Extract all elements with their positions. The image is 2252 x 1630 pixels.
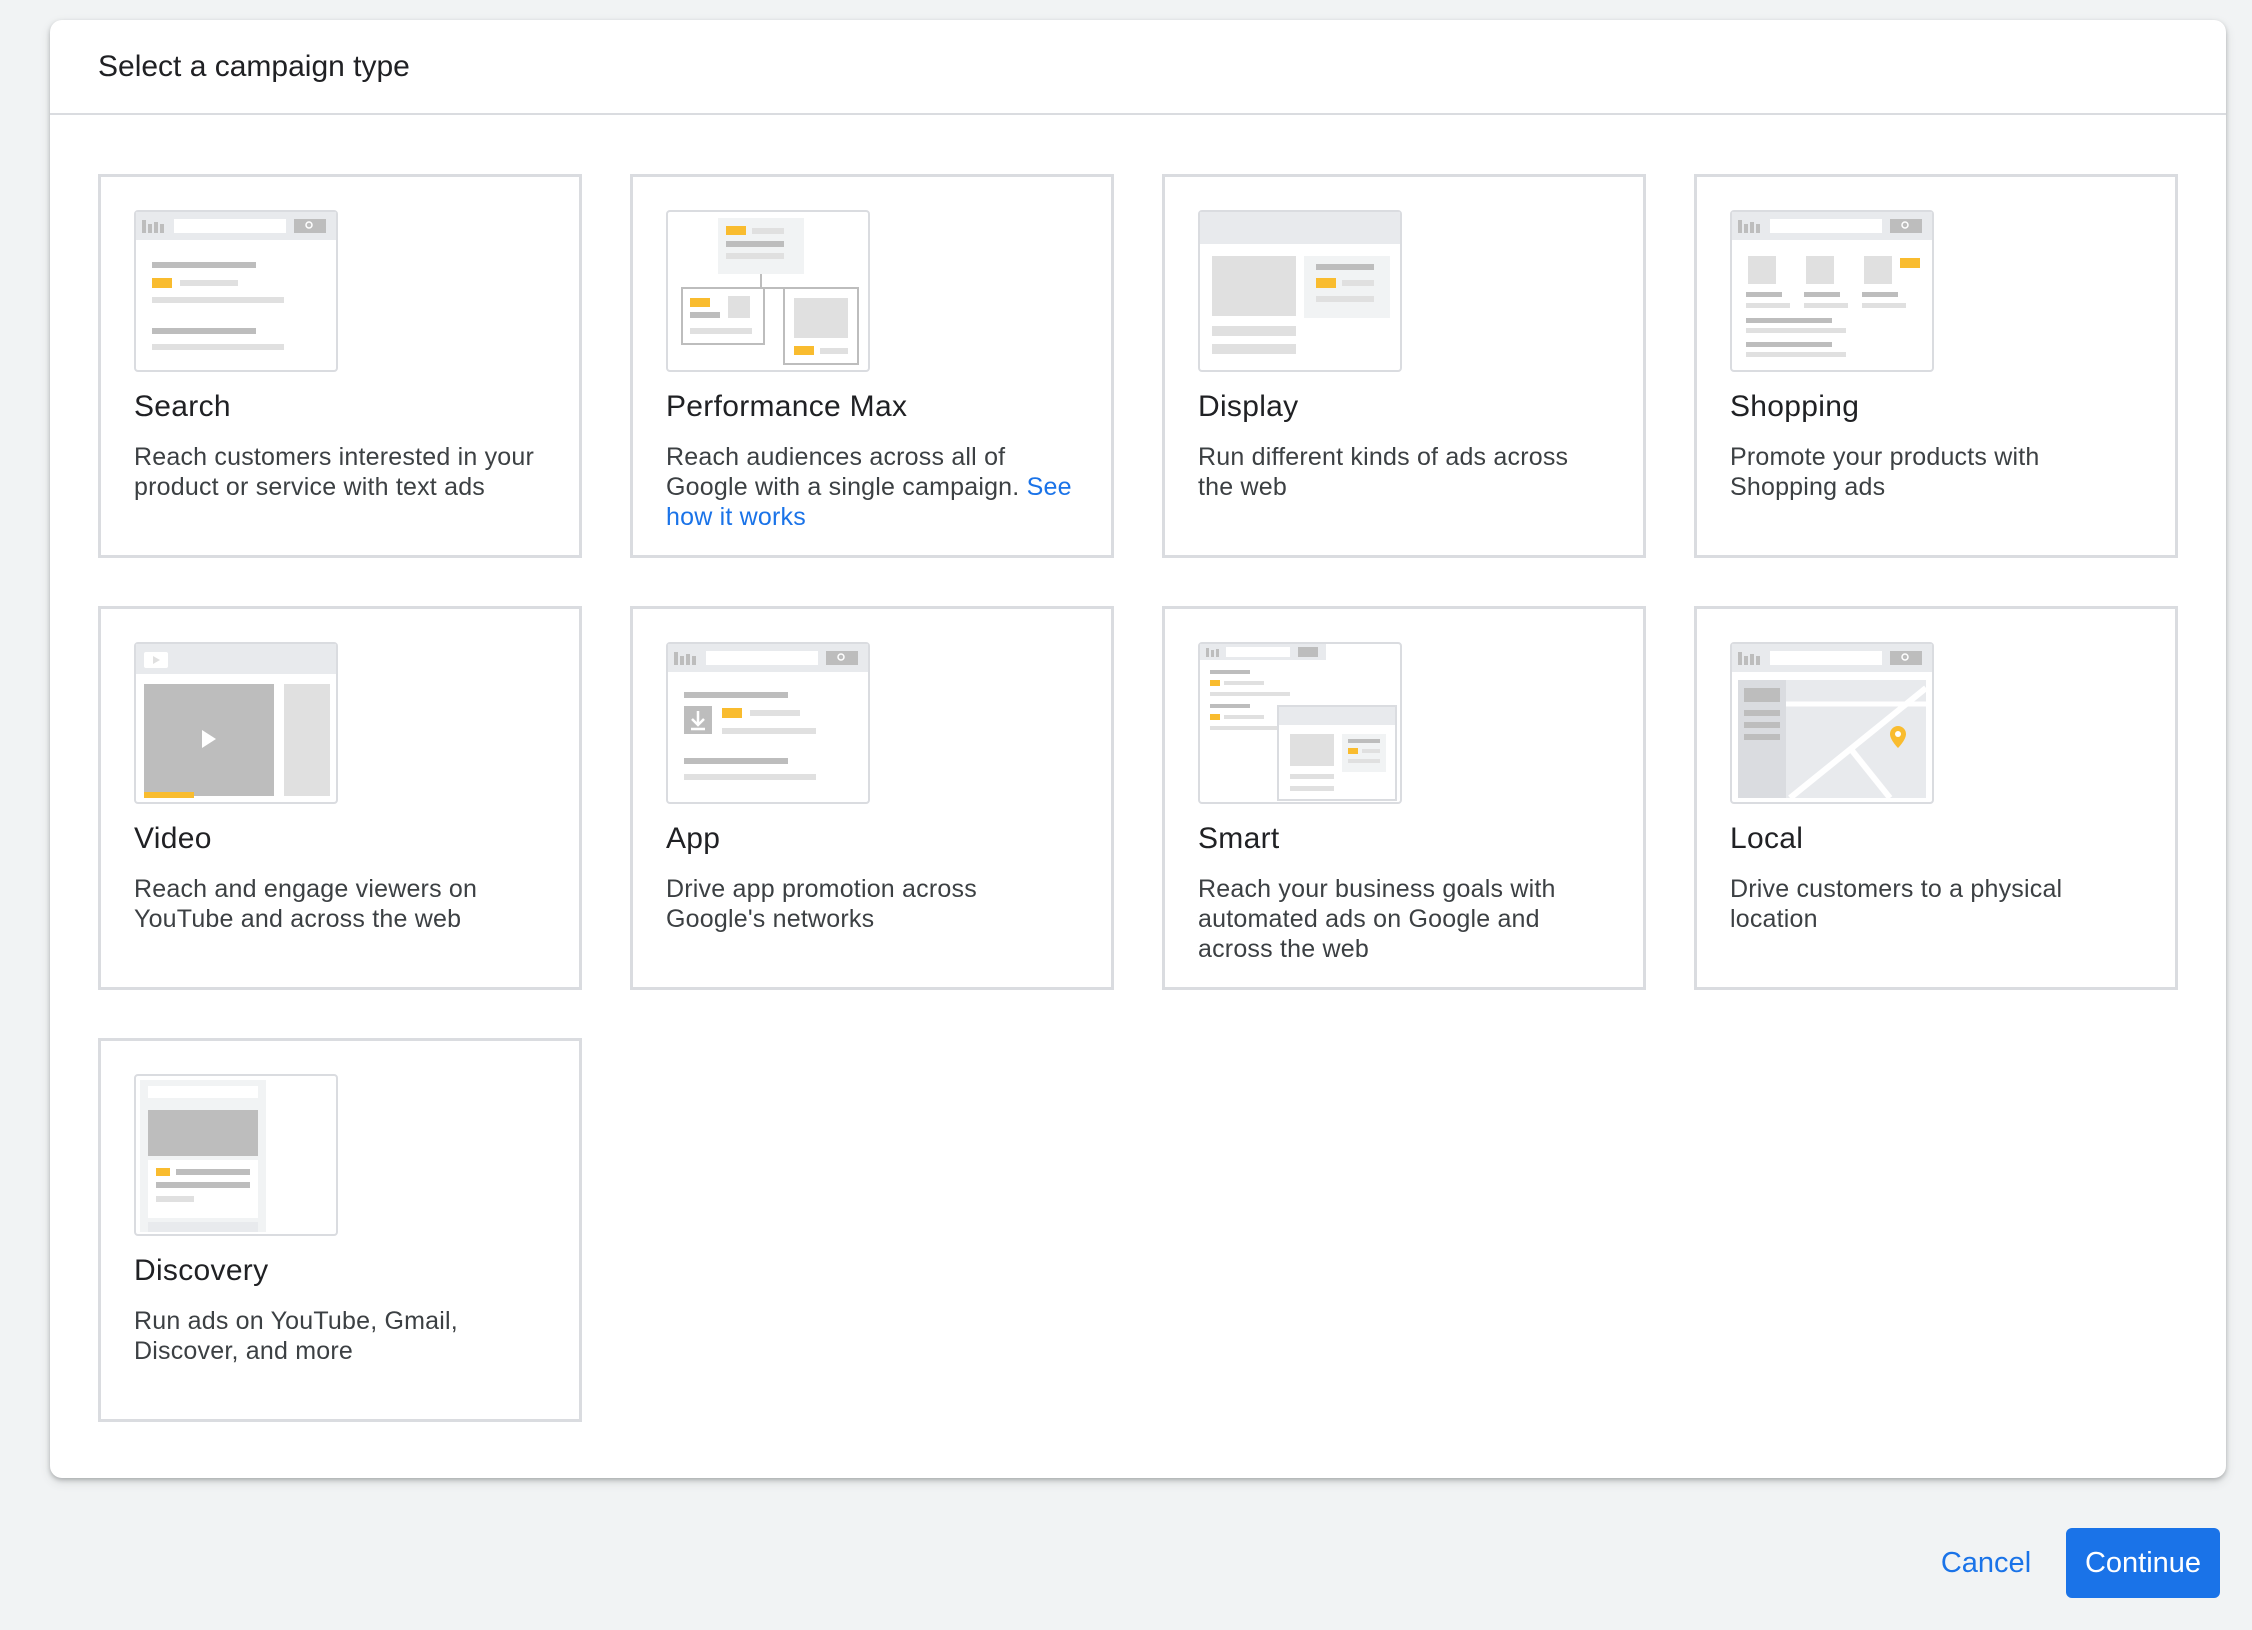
campaign-card-search[interactable]: Search Reach customers interested in you… [98,174,582,558]
shopping-illustration [1730,210,1934,372]
card-title: Smart [1198,822,1280,855]
continue-button[interactable]: Continue [2066,1528,2220,1598]
discovery-illustration [134,1074,338,1236]
campaign-card-discovery[interactable]: Discovery Run ads on YouTube, Gmail, Dis… [98,1038,582,1422]
campaign-card-shopping[interactable]: Shopping Promote your products with Shop… [1694,174,2178,558]
card-title: Display [1198,390,1299,423]
display-illustration [1198,210,1402,372]
card-description: Reach audiences across all of Google wit… [666,442,1078,532]
campaign-type-dialog: Select a campaign type Search Reach cust… [50,20,2226,1478]
card-description: Promote your products with Shopping ads [1730,443,2040,501]
card-description: Drive customers to a physical location [1730,875,2063,933]
card-title: Search [134,390,231,423]
card-description: Drive app promotion across Google's netw… [666,875,977,933]
performance-max-illustration [666,210,870,372]
video-illustration [134,642,338,804]
card-description: Reach your business goals with automated… [1198,875,1556,963]
card-title: Video [134,822,212,855]
card-description: Reach customers interested in your produ… [134,443,535,501]
dialog-title: Select a campaign type [98,49,410,83]
campaign-card-local[interactable]: Local Drive customers to a physical loca… [1694,606,2178,990]
card-description-text: Reach audiences across all of Google wit… [666,443,1020,501]
campaign-card-smart[interactable]: Smart Reach your business goals with aut… [1162,606,1646,990]
card-title: Performance Max [666,390,908,423]
app-illustration [666,642,870,804]
campaign-card-performance-max[interactable]: Performance Max Reach audiences across a… [630,174,1114,558]
search-illustration [134,210,338,372]
cancel-button[interactable]: Cancel [1920,1528,2052,1598]
card-description: Reach and engage viewers on YouTube and … [134,875,478,933]
campaign-card-display[interactable]: Display Run different kinds of ads acros… [1162,174,1646,558]
card-title: Local [1730,822,1804,855]
card-title: Discovery [134,1254,269,1287]
card-description: Run ads on YouTube, Gmail, Discover, and… [134,1307,458,1365]
dialog-header: Select a campaign type [50,20,2226,115]
smart-illustration [1198,642,1402,804]
campaign-type-grid: Search Reach customers interested in you… [98,174,2178,1422]
campaign-card-app[interactable]: App Drive app promotion across Google's … [630,606,1114,990]
card-description: Run different kinds of ads across the we… [1198,443,1569,501]
campaign-card-video[interactable]: Video Reach and engage viewers on YouTub… [98,606,582,990]
card-title: App [666,822,721,855]
local-illustration [1730,642,1934,804]
card-title: Shopping [1730,390,1860,423]
